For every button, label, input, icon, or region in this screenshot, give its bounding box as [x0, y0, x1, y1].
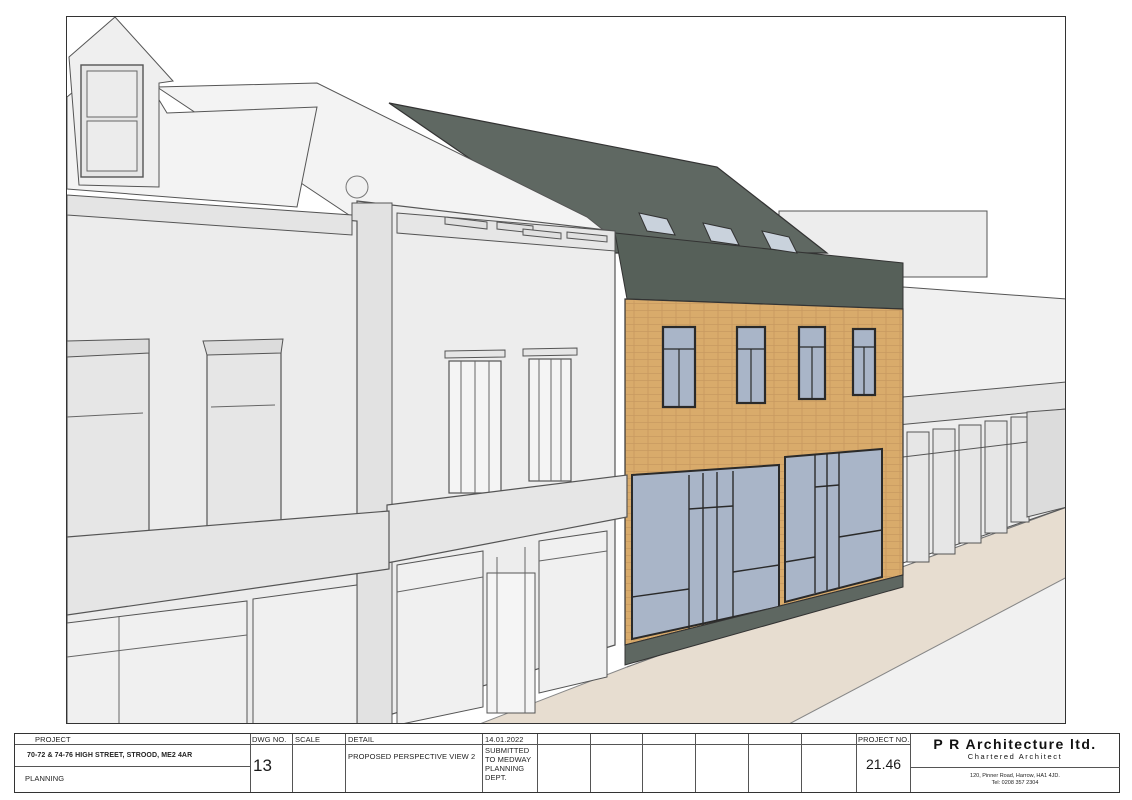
- project-address: 70-72 & 74-76 HIGH STREET, STROOD, ME2 4…: [27, 752, 193, 759]
- divider: [537, 734, 538, 792]
- divider: [695, 734, 696, 792]
- revision-note: SUBMITTED TO MEDWAY PLANNING DEPT.: [485, 746, 532, 782]
- divider: [15, 766, 250, 767]
- firm-contact: 120, Pinner Road, Harrow, HA1 4JD. Tel: …: [910, 773, 1120, 787]
- divider: [642, 734, 643, 792]
- divider: [345, 734, 346, 792]
- project-no-label: PROJECT NO.: [858, 735, 910, 744]
- firm-block: P R Architecture ltd. Chartered Architec…: [910, 736, 1120, 761]
- title-block: PROJECT 70-72 & 74-76 HIGH STREET, STROO…: [14, 733, 1120, 793]
- divider: [801, 734, 802, 792]
- perspective-render: [67, 17, 1065, 723]
- divider: [292, 734, 293, 792]
- dwg-no-label: DWG NO.: [252, 735, 287, 744]
- divider: [250, 734, 251, 792]
- divider: [15, 744, 910, 745]
- dwg-no: 13: [253, 756, 272, 775]
- project-no: 21.46: [866, 756, 902, 772]
- firm-subtitle: Chartered Architect: [967, 752, 1063, 761]
- scale-label: SCALE: [295, 735, 321, 744]
- stage-label: PLANNING: [25, 774, 65, 783]
- perspective-drawing: [66, 16, 1066, 724]
- revision-date: 14.01.2022: [485, 735, 524, 744]
- detail-value: PROPOSED PERSPECTIVE VIEW 2: [348, 752, 476, 761]
- project-label: PROJECT: [35, 735, 71, 744]
- detail-label: DETAIL: [348, 735, 375, 744]
- firm-address: 120, Pinner Road, Harrow, HA1 4JD.: [970, 773, 1060, 779]
- divider: [748, 734, 749, 792]
- divider: [910, 767, 1120, 768]
- divider: [590, 734, 591, 792]
- firm-name: P R Architecture ltd.: [933, 736, 1097, 752]
- firm-phone: Tel: 0208 357 2304: [991, 780, 1039, 786]
- divider: [856, 734, 857, 792]
- divider: [482, 734, 483, 792]
